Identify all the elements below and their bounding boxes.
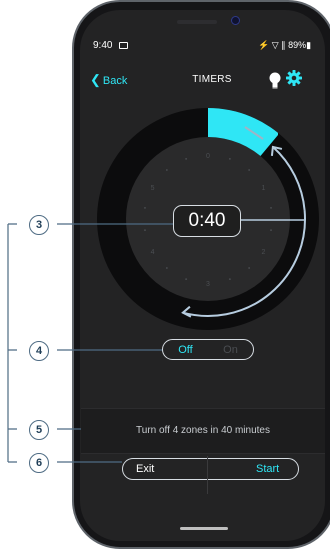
toggle-off-option[interactable]: Off xyxy=(163,340,208,359)
chevron-left-icon: ❮ xyxy=(90,72,101,87)
timer-display[interactable]: 0:40 xyxy=(173,205,241,237)
back-label: Back xyxy=(102,75,128,87)
home-indicator[interactable] xyxy=(180,527,228,530)
image-icon xyxy=(119,42,128,49)
callout-4: 4 xyxy=(29,341,49,361)
front-camera xyxy=(231,16,240,25)
callout-6: 6 xyxy=(29,453,49,473)
status-time: 9:40 xyxy=(93,40,113,51)
exit-button[interactable]: Exit xyxy=(136,463,154,475)
action-divider xyxy=(207,456,208,494)
status-indicators: ⚡ ▽ ∥ 89%▮ xyxy=(258,40,312,50)
light-bulb-icon[interactable] xyxy=(268,70,282,90)
info-message: Turn off 4 zones in 40 minutes xyxy=(136,425,270,436)
page-title: TIMERS xyxy=(192,74,232,85)
start-button[interactable]: Start xyxy=(256,463,279,475)
gear-icon[interactable] xyxy=(286,70,302,86)
speaker-grill xyxy=(177,20,217,24)
callout-5: 5 xyxy=(29,420,49,440)
on-off-toggle[interactable]: Off On xyxy=(162,339,254,360)
callout-3: 3 xyxy=(29,215,49,235)
back-button[interactable]: ❮ Back xyxy=(90,72,127,88)
toggle-on-option[interactable]: On xyxy=(208,340,253,359)
